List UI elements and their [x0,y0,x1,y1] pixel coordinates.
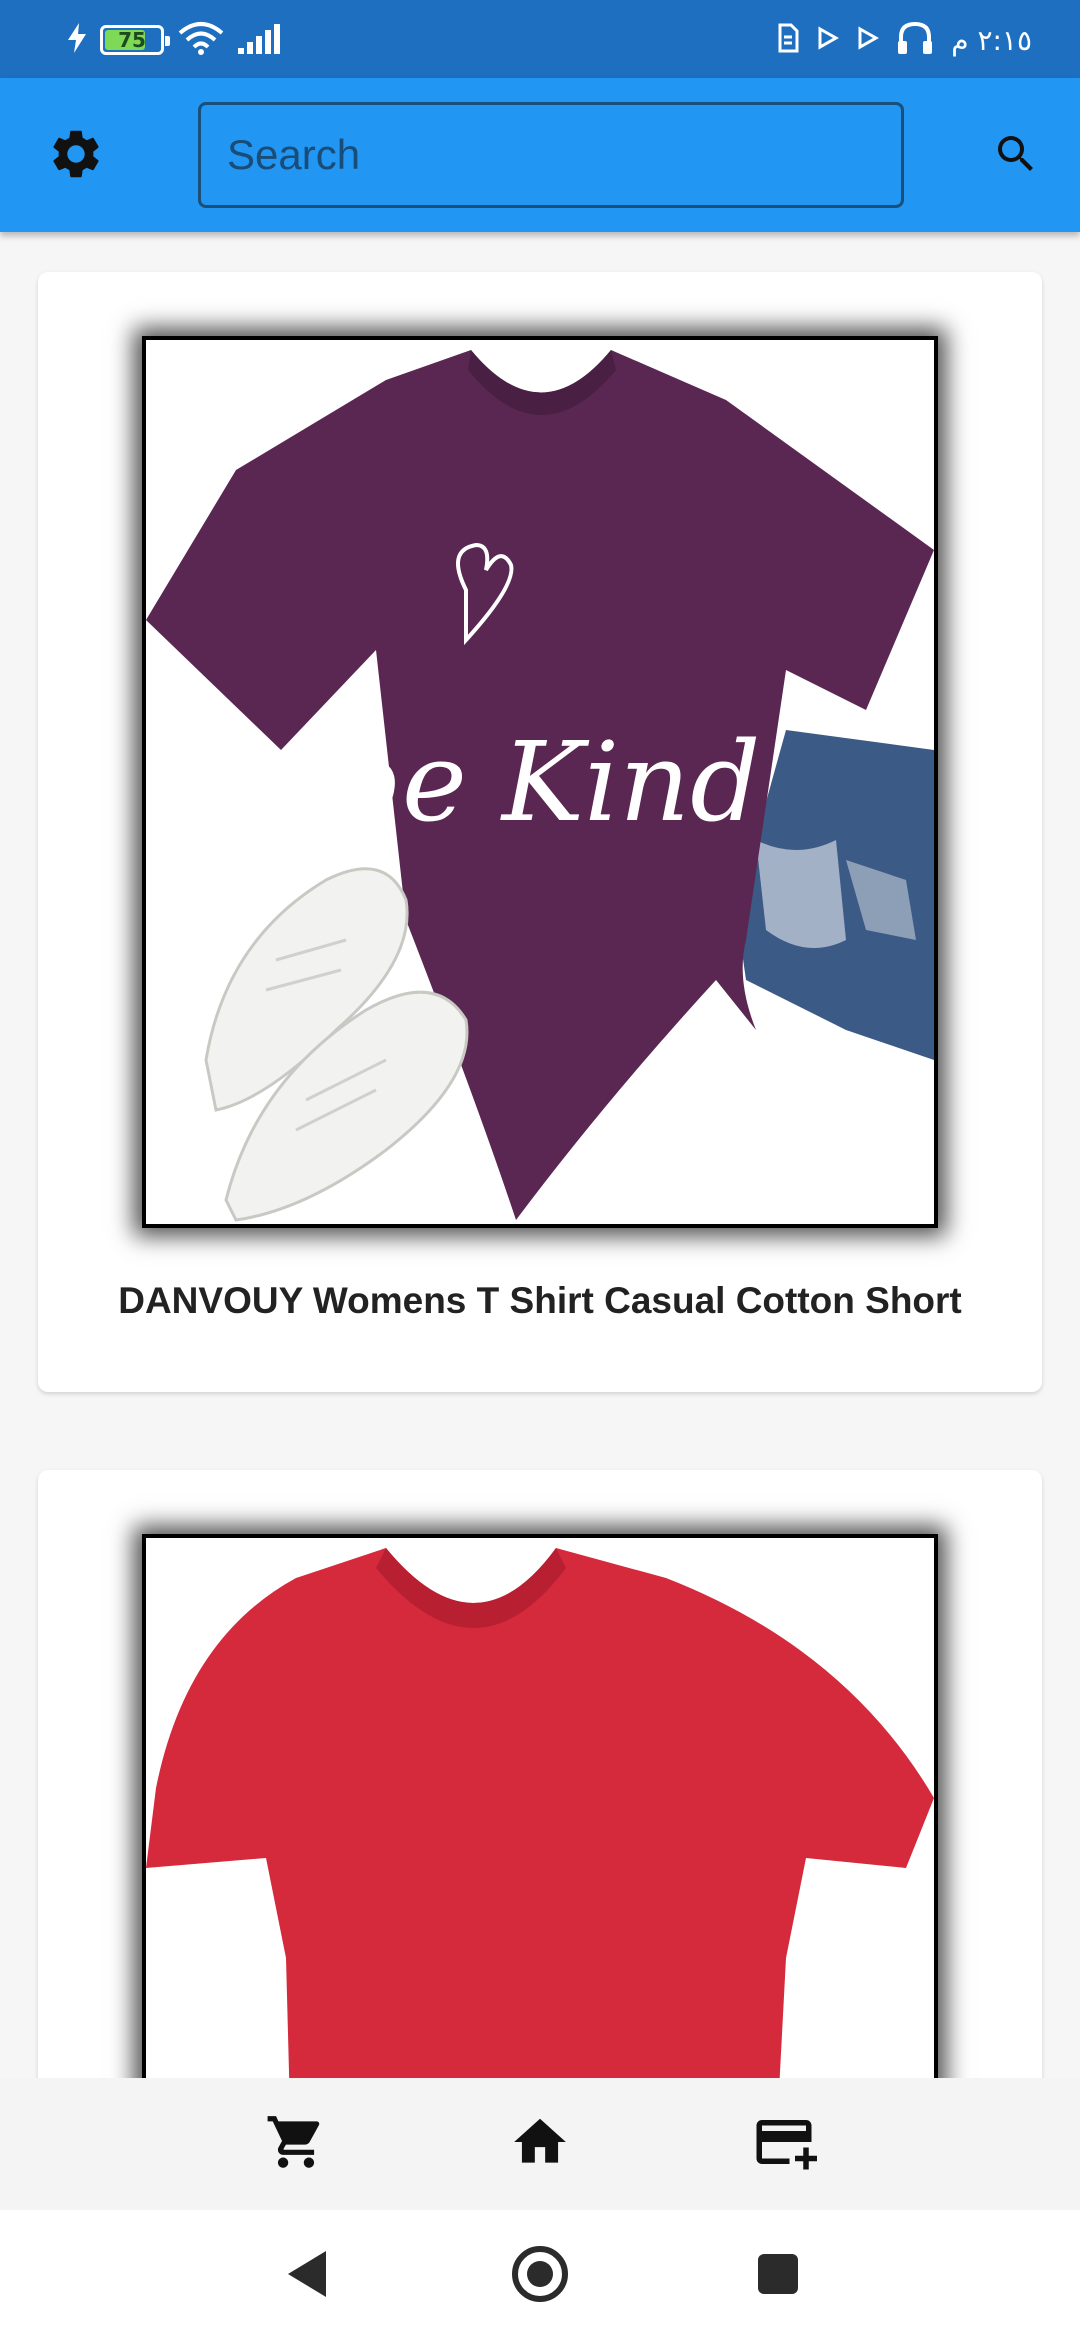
status-right-group: ٢:١٥ م [777,20,1032,60]
clock: ٢:١٥ م [951,23,1032,57]
sim-icon [777,23,799,57]
search-icon [992,130,1040,182]
status-left-group: 75 [68,22,284,58]
back-button[interactable] [276,2246,336,2306]
search-button[interactable] [986,126,1046,186]
search-input[interactable] [227,131,901,179]
product-title[interactable]: DANVOUY Womens T Shirt Casual Cotton Sho… [38,1280,1042,1322]
home-icon [509,2111,571,2177]
product-image[interactable]: be Kind [142,336,938,1228]
search-field[interactable] [198,102,904,208]
system-nav [0,2210,1080,2340]
play-icon [857,26,880,54]
home-button[interactable] [504,2108,576,2180]
cart-icon [265,2111,327,2177]
recents-icon [756,2252,800,2300]
cart-button[interactable] [260,2108,332,2180]
product-list[interactable]: be Kind DANVOUY Womens T Shirt Casual Co… [0,232,1080,2078]
shirt-print-text: be Kind [331,718,760,846]
recents-button[interactable] [748,2246,808,2306]
back-icon [284,2249,328,2303]
battery-level: 75 [118,28,146,52]
product-image[interactable] [142,1534,938,2078]
product-card[interactable] [38,1470,1042,2078]
wifi-icon [178,21,224,59]
settings-button[interactable] [44,124,108,188]
play-icon [817,26,840,54]
home-circle-icon [510,2244,570,2308]
bottom-nav [0,2078,1080,2210]
gear-icon [47,125,105,187]
battery-cap [165,36,170,46]
battery-icon: 75 [100,25,170,55]
add-card-icon [751,2109,817,2179]
product-card[interactable]: be Kind DANVOUY Womens T Shirt Casual Co… [38,272,1042,1392]
system-home-button[interactable] [510,2246,570,2306]
headphones-icon [897,21,933,59]
app-bar [0,78,1080,232]
status-bar: 75 ٢:١٥ م [0,0,1080,78]
charging-bolt-icon [68,23,86,57]
signal-icon [238,22,284,58]
add-card-button[interactable] [748,2108,820,2180]
